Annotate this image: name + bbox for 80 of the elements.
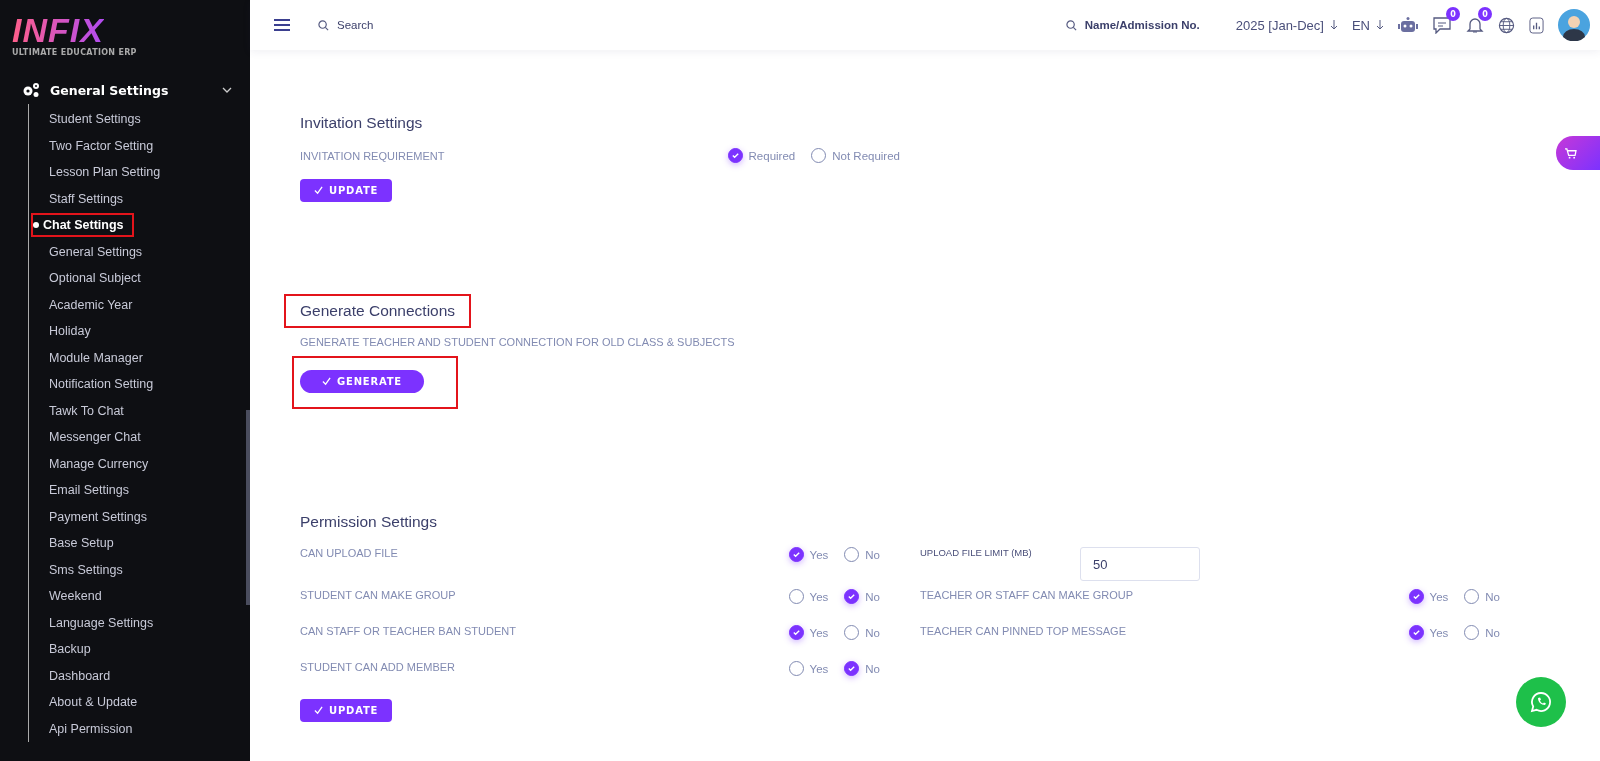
sidebar-item[interactable]: Manage Currency <box>43 451 155 476</box>
sidebar-item[interactable]: Payment Settings <box>43 504 153 529</box>
section-title: Invitation Settings <box>299 113 424 133</box>
radio-option[interactable]: Yes <box>1408 589 1449 604</box>
sidebar-item[interactable]: Holiday <box>43 319 97 344</box>
language-dropdown[interactable]: EN <box>1351 17 1384 33</box>
cart-icon <box>1564 147 1577 159</box>
sidebar-item[interactable]: Api Permission <box>43 716 139 741</box>
setting-label: INVITATION REQUIREMENT <box>300 149 445 162</box>
check-icon <box>314 186 323 195</box>
sidebar-item[interactable]: General Settings <box>43 239 149 264</box>
sidebar-item[interactable]: Academic Year <box>43 292 139 317</box>
update-button[interactable]: UPDATE <box>300 699 393 722</box>
radio-option[interactable]: No <box>844 625 880 640</box>
file-limit-field[interactable]: 50 <box>1080 547 1200 581</box>
radio-option[interactable]: No <box>844 661 880 676</box>
arrow-down-icon <box>1376 20 1384 30</box>
check-icon <box>322 377 331 386</box>
sidebar-item[interactable]: Base Setup <box>43 531 120 556</box>
sidebar-item[interactable]: Dashboard <box>43 663 117 688</box>
scrollbar[interactable] <box>246 410 250 605</box>
sidebar-item[interactable]: About & Update <box>43 690 144 715</box>
setting-label: CAN STAFF OR TEACHER BAN STUDENT <box>300 625 516 637</box>
sidebar-group[interactable]: General Settings <box>22 76 232 104</box>
robot-icon[interactable] <box>1398 17 1418 33</box>
radio-option[interactable]: Yes <box>788 547 829 562</box>
radio-option[interactable]: No <box>844 547 880 562</box>
sidebar-item[interactable]: Language Settings <box>43 610 160 635</box>
sidebar-item[interactable]: Tawk To Chat <box>43 398 130 423</box>
sidebar-item[interactable]: Backup <box>43 637 97 662</box>
setting-label: TEACHER CAN PINNED TOP MESSAGE <box>920 625 1126 637</box>
search-icon <box>1065 19 1077 31</box>
setting-label: STUDENT CAN MAKE GROUP <box>300 589 456 601</box>
radio-option[interactable]: No <box>844 589 880 604</box>
sidebar-item[interactable]: Optional Subject <box>43 266 147 291</box>
sidebar-item[interactable]: Sms Settings <box>43 557 129 582</box>
sidebar-item[interactable]: Student Settings <box>43 107 147 132</box>
sidebar-item[interactable]: Chat Settings <box>31 213 134 238</box>
check-icon <box>314 706 323 715</box>
setting-label: TEACHER OR STAFF CAN MAKE GROUP <box>920 589 1134 601</box>
radio-option[interactable]: Not Required <box>811 148 900 163</box>
section-description: GENERATE TEACHER AND STUDENT CONNECTION FOR OLD CLASS & SUBJECTS <box>300 336 735 348</box>
section-title: Permission Settings <box>299 512 438 532</box>
sidebar-item[interactable]: Email Settings <box>43 478 135 503</box>
menu-icon[interactable] <box>274 19 290 31</box>
sidebar-item[interactable]: Lesson Plan Setting <box>43 160 167 185</box>
search-icon <box>318 19 329 31</box>
message-count-badge: 0 <box>1446 7 1460 21</box>
bell-icon[interactable] <box>1466 16 1484 34</box>
generate-button[interactable]: GENERATE <box>300 370 424 393</box>
radio-option[interactable]: Yes <box>788 661 829 676</box>
setting-label: CAN UPLOAD FILE <box>300 547 398 559</box>
logo-tagline: ULTIMATE EDUCATION ERP <box>12 48 137 57</box>
globe-icon[interactable] <box>1498 16 1515 34</box>
sidebar-item[interactable]: Notification Setting <box>43 372 160 397</box>
sidebar-item[interactable]: Weekend <box>43 584 108 609</box>
radio-option[interactable]: No <box>1464 625 1500 640</box>
session-dropdown[interactable]: 2025 [Jan-Dec] <box>1235 17 1338 33</box>
setting-label: UPLOAD FILE LIMIT (MB) <box>920 547 1032 558</box>
radio-option[interactable]: Yes <box>788 589 829 604</box>
notification-count-badge: 0 <box>1478 7 1492 21</box>
chat-icon[interactable] <box>1432 16 1452 34</box>
sidebar-item[interactable]: Staff Settings <box>43 186 130 211</box>
setting-label: STUDENT CAN ADD MEMBER <box>300 661 456 673</box>
phone-chat-icon <box>1529 690 1553 714</box>
section-title: Generate Connections <box>284 294 472 328</box>
radio-option[interactable]: Yes <box>788 625 829 640</box>
gears-icon <box>22 82 40 98</box>
update-button[interactable]: UPDATE <box>300 179 393 202</box>
radio-option[interactable]: No <box>1464 589 1500 604</box>
active-dot <box>33 222 39 228</box>
sidebar-item[interactable]: Module Manager <box>43 345 149 370</box>
radio-option[interactable]: Yes <box>1408 625 1449 640</box>
sidebar-item[interactable]: Two Factor Setting <box>43 133 160 158</box>
radio-option[interactable]: Required <box>727 148 796 163</box>
chart-icon[interactable] <box>1529 16 1544 34</box>
arrow-down-icon <box>1329 20 1338 30</box>
avatar-icon[interactable] <box>1558 9 1590 41</box>
floating-cart-button[interactable] <box>1556 136 1600 170</box>
sidebar-item[interactable]: Messenger Chat <box>43 425 147 450</box>
